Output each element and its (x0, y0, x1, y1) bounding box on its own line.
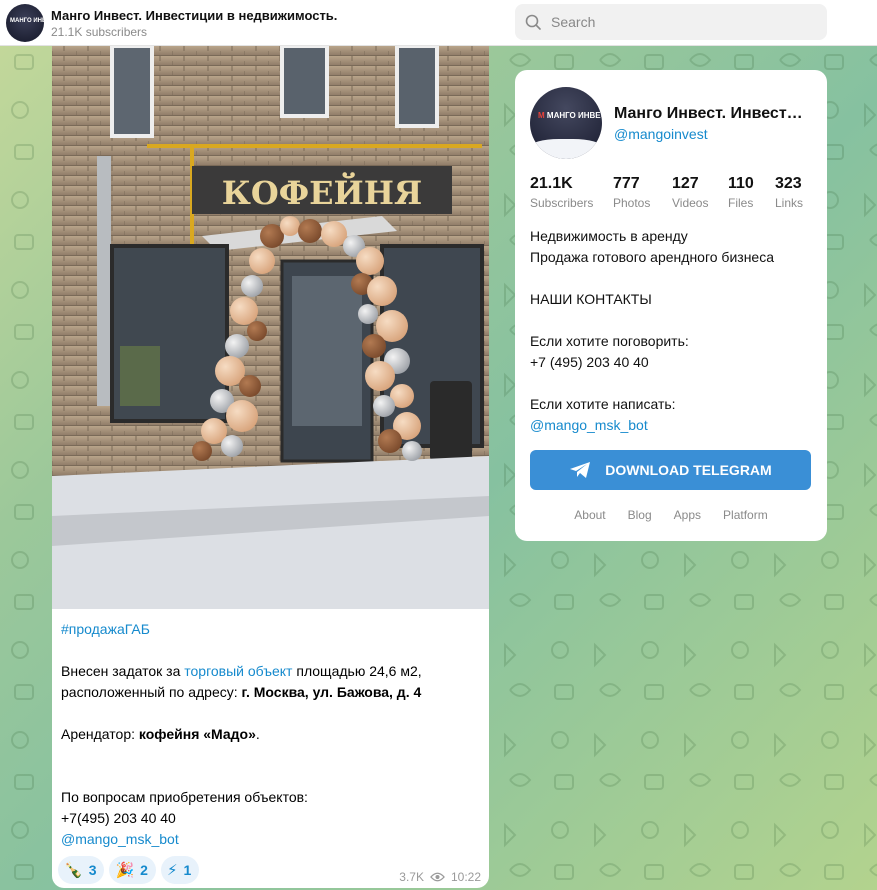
stat-subscribers: 21.1K Subscribers (530, 175, 593, 210)
blog-link[interactable]: Blog (628, 508, 652, 522)
platform-link[interactable]: Platform (723, 508, 768, 522)
stat-links[interactable]: 323 Links (775, 175, 803, 210)
reaction-count: 3 (88, 862, 97, 878)
download-label: DOWNLOAD TELEGRAM (605, 462, 772, 478)
reactions-bar: 🍾 3 🎉 2 ⚡ 1 (58, 856, 200, 884)
apps-link[interactable]: Apps (674, 508, 701, 522)
avatar-logo-text: МАНГО ИНВЕСТ (10, 18, 44, 24)
desc-line: НАШИ КОНТАКТЫ (530, 291, 652, 307)
desc-line: Продажа готового арендного бизнеса (530, 249, 774, 265)
channel-name: Манго Инвест. Инвестиции в недвижимость. (614, 105, 809, 122)
stat-number: 21.1K (530, 175, 573, 192)
eye-icon (430, 872, 445, 882)
reaction-lightning[interactable]: ⚡ 1 (160, 856, 200, 884)
reaction-count: 2 (140, 862, 148, 878)
deposit-paragraph: Внесен задаток за торговый объект площад… (61, 661, 481, 703)
bot-link[interactable]: @mango_msk_bot (61, 831, 179, 847)
desc-line: Недвижимость в аренду (530, 228, 688, 244)
search-input[interactable] (551, 4, 821, 40)
desc-line: Если хотите написать: (530, 396, 676, 412)
channel-avatar[interactable]: МАНГО ИНВЕСТ (6, 4, 44, 42)
reaction-party[interactable]: 🎉 2 (109, 856, 156, 884)
channel-avatar-large[interactable]: М МАНГО ИНВЕСТ (530, 87, 602, 159)
stat-number: 127 (672, 175, 699, 192)
stat-photos[interactable]: 777 Photos (613, 175, 650, 210)
tenant-name: кофейня «Мадо» (138, 726, 256, 742)
deposit-text: Внесен задаток за (61, 663, 185, 679)
stat-label: Videos (672, 196, 709, 210)
channel-info-card: М МАНГО ИНВЕСТ Манго Инвест. Инвестиции … (515, 70, 827, 541)
post-meta: 3.7K 10:22 (399, 870, 481, 884)
footer-links: About Blog Apps Platform (515, 508, 827, 522)
desc-line (530, 268, 815, 289)
stat-files[interactable]: 110 Files (728, 175, 754, 210)
post-text: #продажаГАБ Внесен задаток за торговый о… (61, 619, 481, 850)
hashtag-link[interactable]: #продажаГАБ (61, 621, 150, 637)
channel-post: КОФЕЙНЯ #продажаГАБ Внесен задаток за то… (52, 46, 489, 888)
lightning-icon: ⚡ (166, 861, 178, 879)
post-photo[interactable]: КОФЕЙНЯ (52, 46, 489, 609)
address-text: г. Москва, ул. Бажова, д. 4 (241, 684, 422, 700)
champagne-icon: 🍾 (64, 861, 83, 879)
avatar-logo: М МАНГО ИНВЕСТ (538, 111, 602, 120)
channel-description: Недвижимость в аренду Продажа готового а… (530, 226, 815, 436)
channel-title[interactable]: Манго Инвест. Инвестиции в недвижимость. (51, 8, 337, 23)
sign-text: КОФЕЙНЯ (222, 172, 422, 212)
stat-label: Subscribers (530, 196, 594, 210)
search-icon (525, 14, 541, 30)
search-box[interactable] (515, 4, 827, 40)
post-time: 10:22 (450, 870, 481, 884)
object-link[interactable]: торговый объект (184, 663, 292, 679)
top-bar: МАНГО ИНВЕСТ Манго Инвест. Инвестиции в … (0, 0, 877, 46)
about-link[interactable]: About (574, 508, 605, 522)
view-count: 3.7K (399, 870, 424, 884)
reaction-champagne[interactable]: 🍾 3 (58, 856, 105, 884)
tenant-paragraph: Арендатор: кофейня «Мадо». (61, 724, 481, 745)
telegram-plane-icon (570, 462, 591, 478)
desc-line (530, 373, 815, 394)
desc-line: +7 (495) 203 40 40 (530, 354, 649, 370)
avatar-snow (530, 139, 602, 159)
desc-bot-link[interactable]: @mango_msk_bot (530, 417, 648, 433)
tenant-suffix: . (255, 726, 260, 742)
stat-videos[interactable]: 127 Videos (672, 175, 708, 210)
contact-line: По вопросам приобретения объектов: (61, 789, 308, 805)
subscriber-count: 21.1K subscribers (51, 25, 148, 39)
channel-handle-link[interactable]: @mangoinvest (614, 126, 708, 142)
storefront-photo: КОФЕЙНЯ (52, 46, 489, 609)
stat-number: 323 (775, 175, 802, 192)
contact-phone: +7(495) 203 40 40 (61, 810, 176, 826)
desc-line (530, 310, 815, 331)
party-popper-icon: 🎉 (115, 861, 135, 879)
stat-label: Files (728, 196, 754, 210)
stat-number: 777 (613, 175, 640, 192)
stat-number: 110 (728, 175, 754, 192)
download-telegram-button[interactable]: DOWNLOAD TELEGRAM (530, 450, 811, 490)
tenant-label: Арендатор: (61, 726, 139, 742)
stat-label: Links (775, 196, 804, 210)
stat-label: Photos (613, 196, 651, 210)
desc-line: Если хотите поговорить: (530, 333, 689, 349)
reaction-count: 1 (183, 862, 192, 878)
